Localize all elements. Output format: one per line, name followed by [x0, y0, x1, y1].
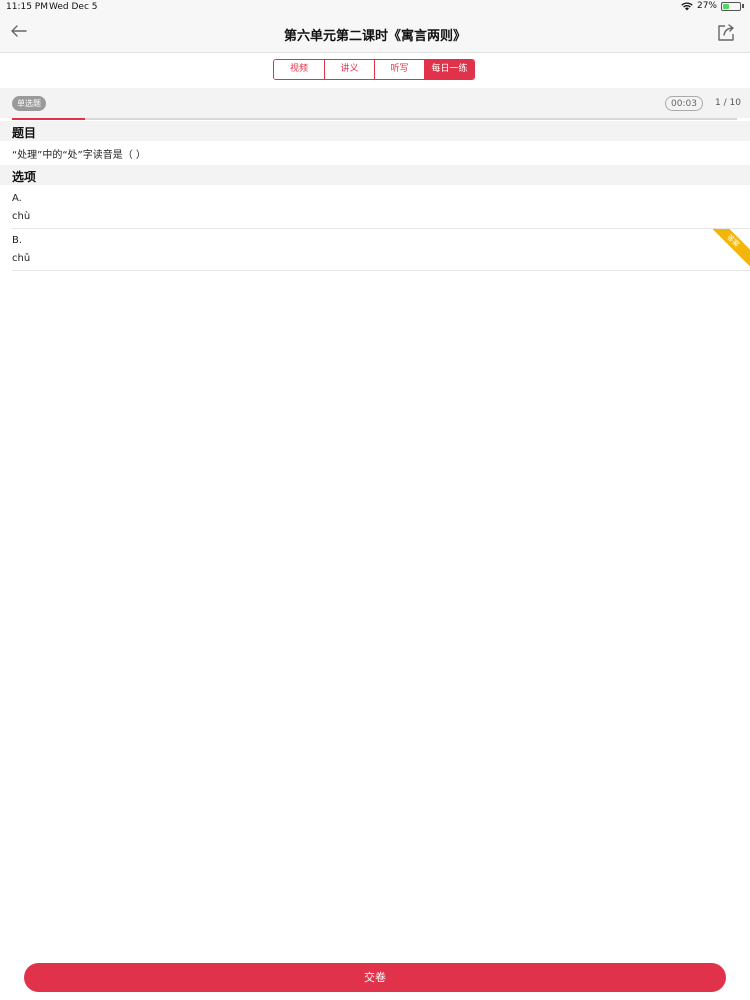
- progress-bar: [12, 118, 737, 120]
- progress-count: 1 / 10: [715, 98, 741, 108]
- progress-bar-fill: [12, 118, 85, 120]
- tab-daily-practice[interactable]: 每日一练: [424, 60, 474, 79]
- options-heading: 选项: [12, 170, 37, 184]
- page-title: 第六单元第二课时《寓言两则》: [283, 29, 466, 44]
- tab-video[interactable]: 视频: [274, 60, 324, 79]
- timer: 00:03: [665, 96, 703, 111]
- option-b[interactable]: B. chǔ 答案: [12, 229, 750, 271]
- submit-button[interactable]: 交卷: [24, 963, 726, 992]
- question-section-header: 题目: [0, 121, 750, 141]
- question-heading: 题目: [12, 126, 37, 140]
- option-a[interactable]: A. chù: [12, 187, 750, 229]
- quiz-info-strip: 单选题 00:03 1 / 10: [0, 88, 750, 118]
- option-value: chù: [12, 211, 31, 222]
- tab-dictation[interactable]: 听写: [374, 60, 424, 79]
- status-bar: 11:15 PM Wed Dec 5 27%: [0, 0, 750, 16]
- status-date: Wed Dec 5: [49, 2, 98, 12]
- options-section-header: 选项: [0, 165, 750, 185]
- option-value: chǔ: [12, 253, 31, 264]
- answer-ribbon: 答案: [704, 229, 750, 270]
- tab-handout[interactable]: 讲义: [324, 60, 374, 79]
- segment-tabs: 视频 讲义 听写 每日一练: [273, 59, 475, 80]
- battery-cap-icon: [742, 4, 744, 8]
- question-type-badge: 单选题: [12, 96, 46, 111]
- battery-icon: [721, 1, 741, 11]
- status-time: 11:15 PM: [6, 2, 48, 12]
- share-icon[interactable]: [716, 23, 736, 43]
- nav-bar: 第六单元第二课时《寓言两则》: [0, 16, 750, 53]
- battery-percent: 27%: [696, 1, 717, 11]
- question-text: “处理”中的“处”字读音是（ ）: [12, 150, 146, 161]
- option-key: B.: [12, 235, 23, 246]
- status-right: 27%: [681, 1, 744, 11]
- option-key: A.: [12, 193, 22, 204]
- wifi-icon: [681, 1, 693, 10]
